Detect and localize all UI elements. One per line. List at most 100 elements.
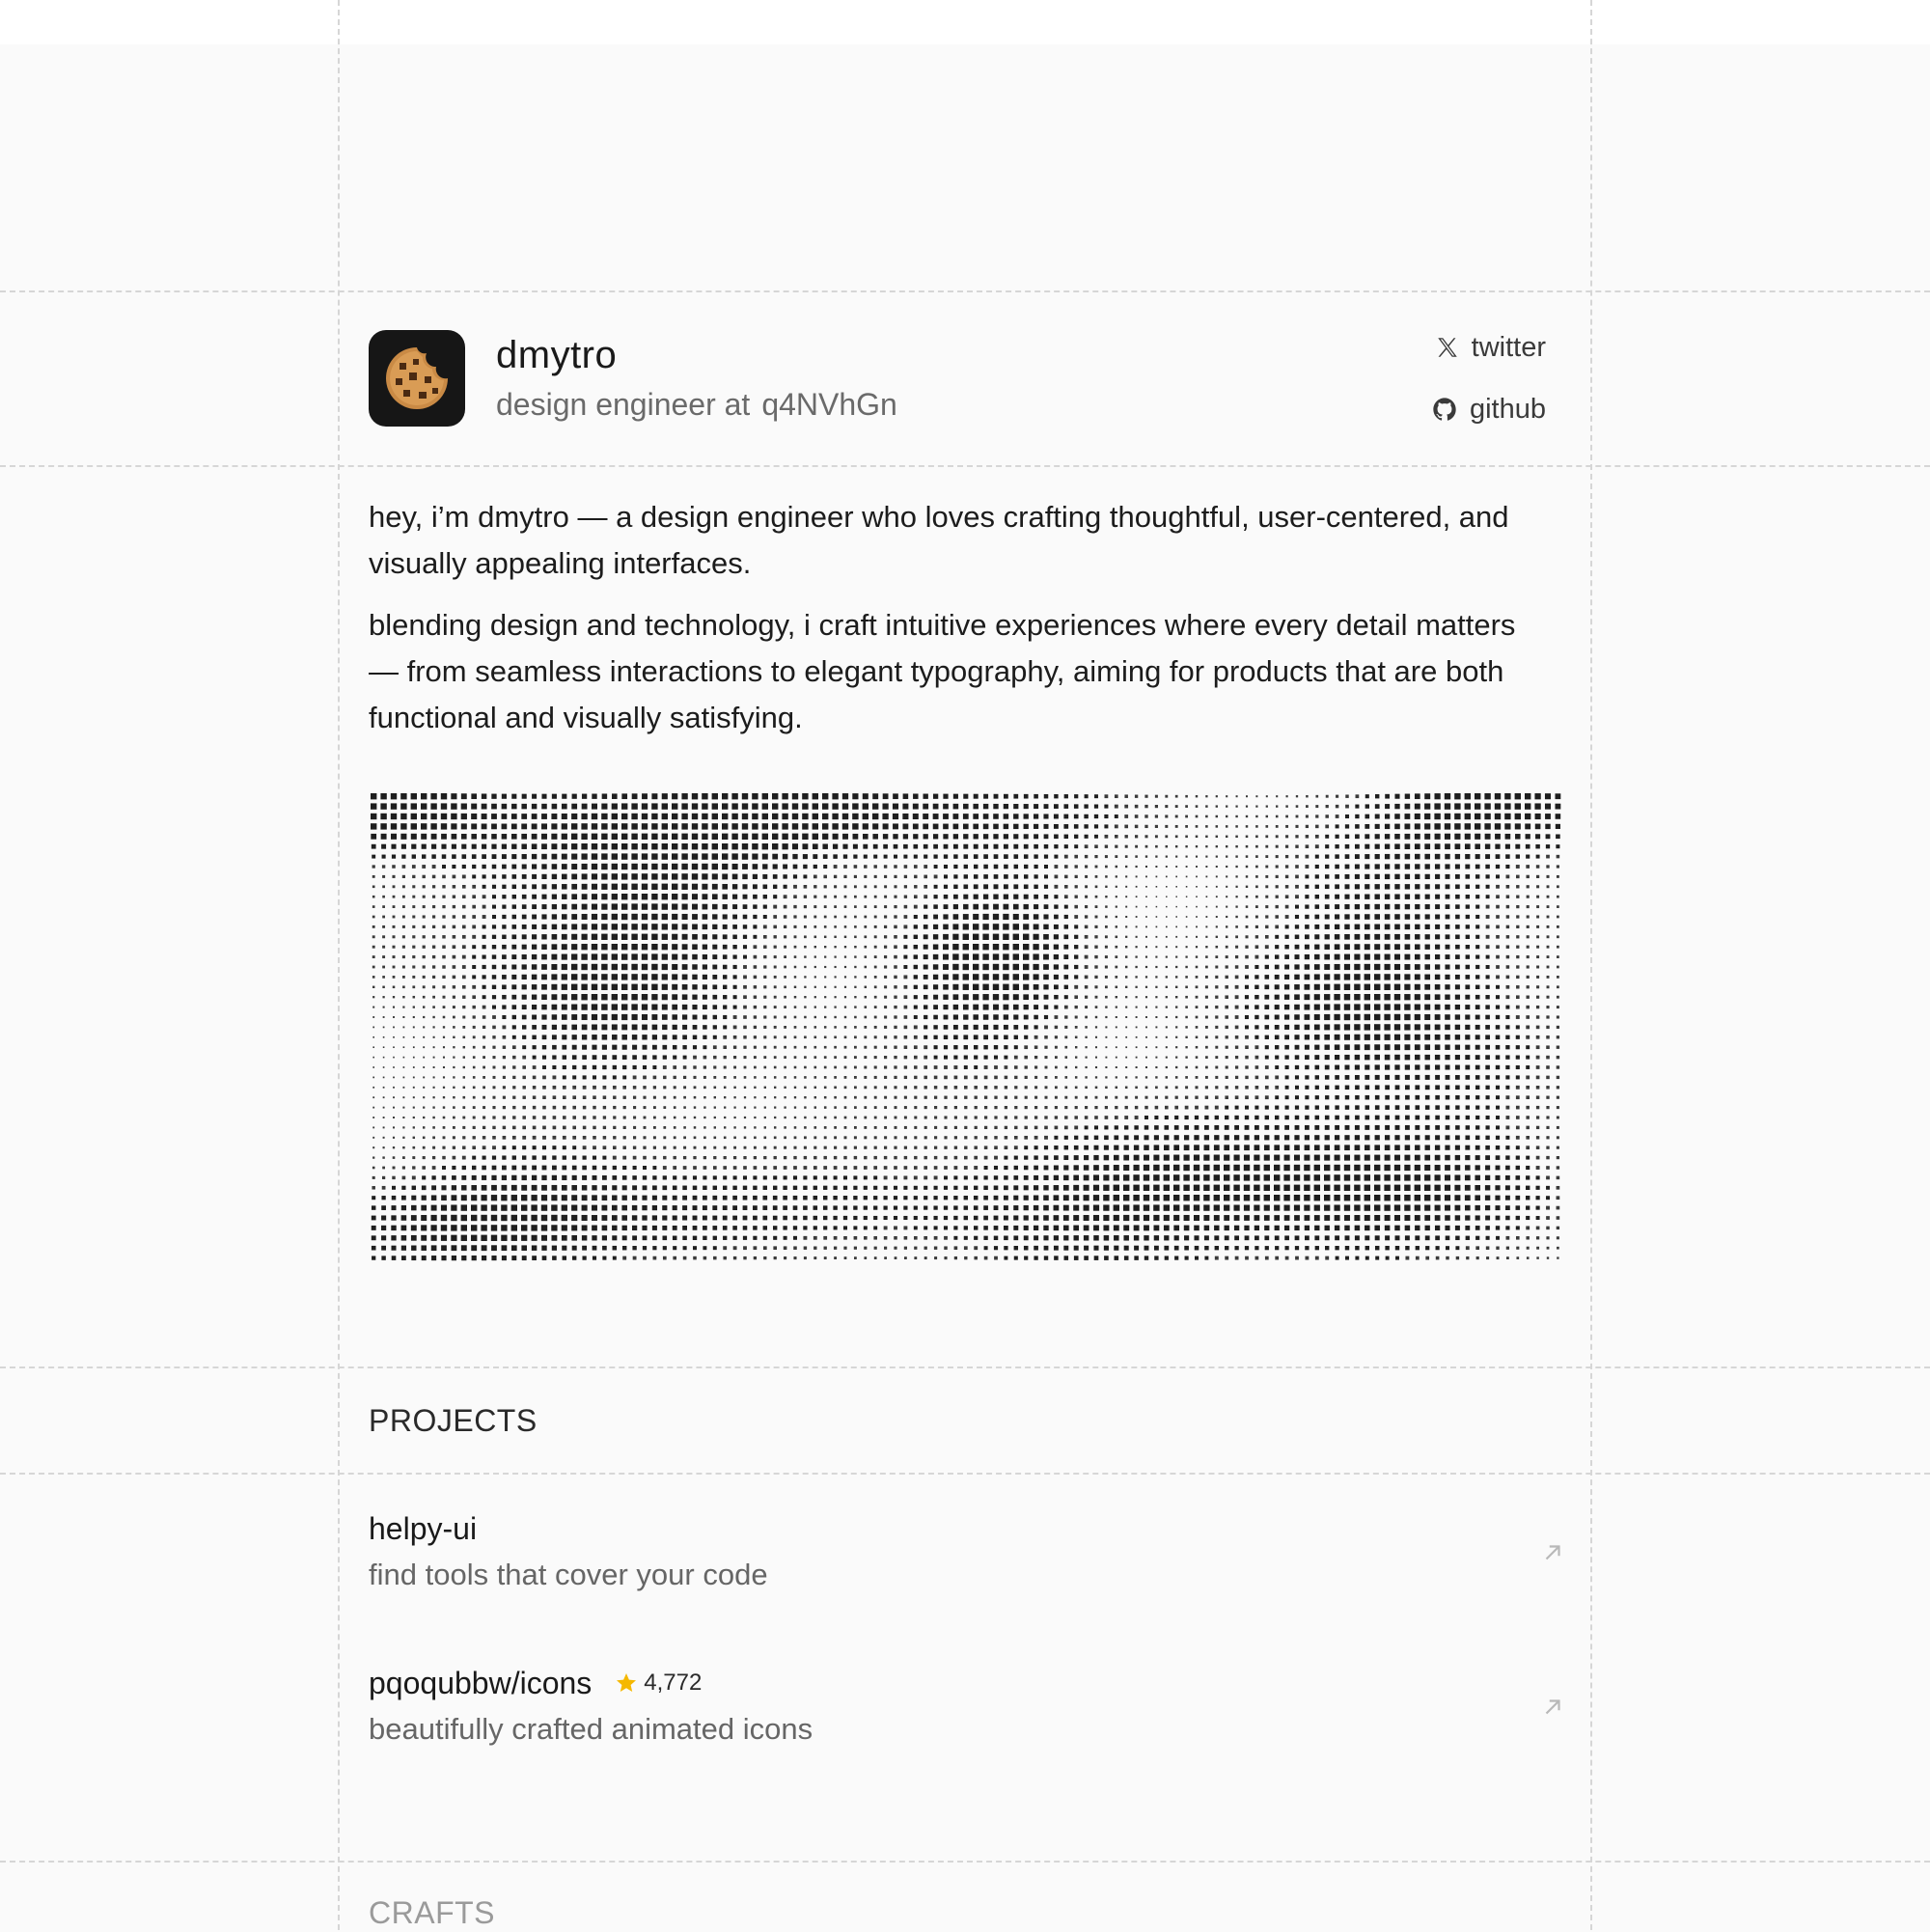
matrix-dot — [571, 994, 578, 1001]
matrix-dot — [834, 1065, 837, 1069]
matrix-dot — [411, 1204, 417, 1211]
twitter-link[interactable]: twitter — [1435, 330, 1546, 365]
matrix-dot — [711, 883, 718, 890]
matrix-dot — [963, 1024, 969, 1030]
matrix-dot — [934, 1106, 938, 1110]
matrix-dot — [913, 1005, 918, 1009]
matrix-dot — [1505, 1025, 1510, 1030]
matrix-dot — [1215, 955, 1219, 958]
matrix-dot — [1063, 984, 1068, 989]
matrix-dot — [1534, 793, 1541, 800]
matrix-dot — [724, 1116, 727, 1119]
matrix-dot — [591, 913, 598, 921]
matrix-dot — [612, 1085, 617, 1090]
matrix-dot — [491, 934, 497, 939]
matrix-dot — [1445, 1024, 1450, 1031]
matrix-dot — [1084, 934, 1089, 939]
matrix-dot — [1135, 1046, 1138, 1049]
matrix-dot — [1274, 994, 1280, 1000]
matrix-dot — [994, 1125, 998, 1130]
matrix-dot — [681, 813, 688, 820]
matrix-dot — [491, 914, 497, 920]
matrix-dot — [1174, 1076, 1178, 1079]
matrix-dot — [963, 1196, 968, 1201]
matrix-dot — [482, 1056, 486, 1060]
matrix-dot — [511, 1174, 517, 1181]
matrix-dot — [682, 1035, 687, 1040]
matrix-dot — [422, 954, 426, 959]
github-link[interactable]: github — [1431, 392, 1546, 427]
matrix-dot — [1104, 1095, 1108, 1099]
matrix-dot — [512, 1105, 516, 1110]
matrix-dot — [621, 883, 628, 890]
matrix-dot — [843, 946, 847, 949]
matrix-dot — [1104, 834, 1109, 839]
matrix-dot — [541, 884, 547, 890]
matrix-dot — [482, 1116, 486, 1119]
matrix-dot — [974, 1145, 978, 1149]
matrix-dot — [1495, 1025, 1501, 1030]
matrix-dot — [502, 1014, 507, 1020]
matrix-dot — [834, 1106, 837, 1109]
matrix-dot — [581, 873, 588, 880]
matrix-dot — [1174, 844, 1178, 848]
matrix-dot — [662, 1195, 668, 1201]
matrix-dot — [702, 793, 708, 800]
matrix-dot — [1244, 1125, 1250, 1130]
matrix-dot — [1374, 1013, 1381, 1021]
matrix-dot — [1254, 1154, 1260, 1161]
matrix-dot — [422, 1175, 427, 1180]
matrix-dot — [1535, 1065, 1540, 1069]
matrix-dot — [1465, 1055, 1471, 1061]
matrix-dot — [1526, 915, 1530, 919]
matrix-dot — [1355, 1094, 1360, 1100]
matrix-dot — [1254, 1115, 1259, 1120]
matrix-dot — [1064, 1095, 1068, 1099]
matrix-dot — [983, 1086, 988, 1090]
matrix-dot — [1556, 1015, 1559, 1019]
matrix-dot — [1144, 1116, 1148, 1119]
matrix-dot — [1023, 884, 1029, 890]
matrix-dot — [512, 1095, 516, 1099]
matrix-dot — [401, 975, 405, 979]
matrix-dot — [1374, 1034, 1381, 1040]
matrix-dot — [1014, 1136, 1018, 1140]
matrix-dot — [1374, 1195, 1381, 1201]
matrix-dot — [1205, 1065, 1208, 1069]
matrix-dot — [522, 1125, 526, 1130]
matrix-dot — [1023, 1014, 1029, 1020]
matrix-dot — [1185, 1046, 1188, 1049]
matrix-dot — [753, 1056, 757, 1060]
matrix-dot — [682, 1024, 688, 1030]
matrix-dot — [1505, 1055, 1510, 1060]
matrix-dot — [903, 1005, 908, 1009]
matrix-dot — [753, 1045, 757, 1049]
matrix-dot — [1556, 1006, 1559, 1009]
matrix-dot — [641, 813, 648, 820]
matrix-dot — [1394, 864, 1400, 869]
matrix-dot — [894, 1175, 897, 1180]
matrix-dot — [974, 1065, 979, 1069]
matrix-dot — [762, 904, 767, 909]
matrix-dot — [1464, 793, 1471, 800]
matrix-dot — [1013, 903, 1019, 910]
matrix-dot — [1094, 925, 1098, 928]
matrix-dot — [582, 1174, 588, 1180]
matrix-dot — [411, 854, 416, 859]
matrix-dot — [924, 1125, 927, 1129]
matrix-dot — [1034, 823, 1039, 829]
matrix-dot — [591, 933, 598, 940]
matrix-dot — [541, 1014, 547, 1020]
matrix-dot — [372, 1196, 376, 1201]
matrix-dot — [924, 1166, 928, 1170]
matrix-dot — [1195, 1026, 1199, 1029]
matrix-dot — [944, 1116, 948, 1119]
matrix-dot — [502, 1125, 507, 1130]
matrix-dot — [423, 1026, 426, 1029]
matrix-dot — [742, 904, 748, 909]
matrix-dot — [1546, 1095, 1550, 1099]
matrix-dot — [1364, 1195, 1370, 1201]
matrix-dot — [1155, 976, 1158, 979]
matrix-dot — [502, 884, 507, 889]
twitter-label: twitter — [1471, 332, 1546, 363]
